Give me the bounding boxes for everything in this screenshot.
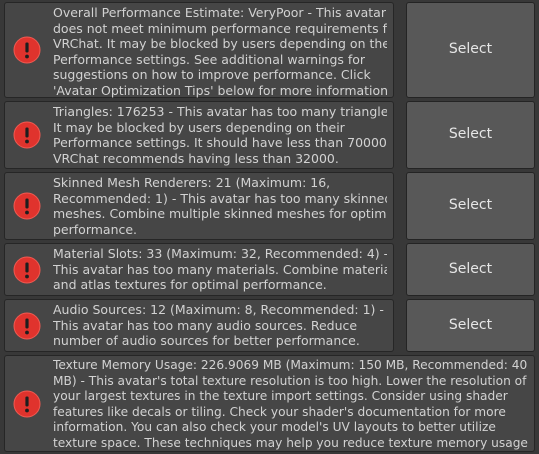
error-circle-icon: [13, 256, 41, 283]
help-box: Texture Memory Usage: 226.9069 MB (Maxim…: [4, 355, 535, 452]
help-box: Audio Sources: 12 (Maximum: 8, Recommend…: [4, 299, 394, 352]
warning-message: Texture Memory Usage: 226.9069 MB (Maxim…: [53, 358, 528, 450]
warning-message: Overall Performance Estimate: VeryPoor -…: [53, 5, 387, 98]
select-button[interactable]: Select: [406, 243, 535, 296]
performance-warnings-list: Overall Performance Estimate: VeryPoor -…: [0, 0, 539, 454]
warning-message: Audio Sources: 12 (Maximum: 8, Recommend…: [53, 302, 384, 348]
warning-message: Skinned Mesh Renderers: 21 (Maximum: 16,…: [53, 175, 387, 237]
help-box: Skinned Mesh Renderers: 21 (Maximum: 16,…: [4, 172, 394, 240]
error-circle-icon: [13, 121, 41, 149]
error-circle-icon: [13, 390, 41, 417]
warning-row-overall: Overall Performance Estimate: VeryPoor -…: [4, 2, 535, 98]
help-box: Material Slots: 33 (Maximum: 32, Recomme…: [4, 243, 394, 296]
warning-row-triangles: Triangles: 176253 - This avatar has too …: [4, 101, 535, 169]
warning-row-skinned-mesh: Skinned Mesh Renderers: 21 (Maximum: 16,…: [4, 172, 535, 240]
warning-message: Triangles: 176253 - This avatar has too …: [53, 104, 387, 166]
select-button[interactable]: Select: [406, 299, 535, 352]
select-button[interactable]: Select: [406, 2, 535, 98]
help-box: Overall Performance Estimate: VeryPoor -…: [4, 2, 394, 98]
select-button[interactable]: Select: [406, 172, 535, 240]
select-button[interactable]: Select: [406, 101, 535, 169]
warning-row-material-slots: Material Slots: 33 (Maximum: 32, Recomme…: [4, 243, 535, 296]
error-circle-icon: [13, 312, 41, 339]
error-circle-icon: [13, 192, 41, 220]
warning-row-audio-sources: Audio Sources: 12 (Maximum: 8, Recommend…: [4, 299, 535, 352]
error-circle-icon: [13, 36, 41, 64]
help-box: Triangles: 176253 - This avatar has too …: [4, 101, 394, 169]
warning-row-texture-memory: Texture Memory Usage: 226.9069 MB (Maxim…: [4, 355, 535, 452]
warning-message: Material Slots: 33 (Maximum: 32, Recomme…: [53, 246, 387, 292]
